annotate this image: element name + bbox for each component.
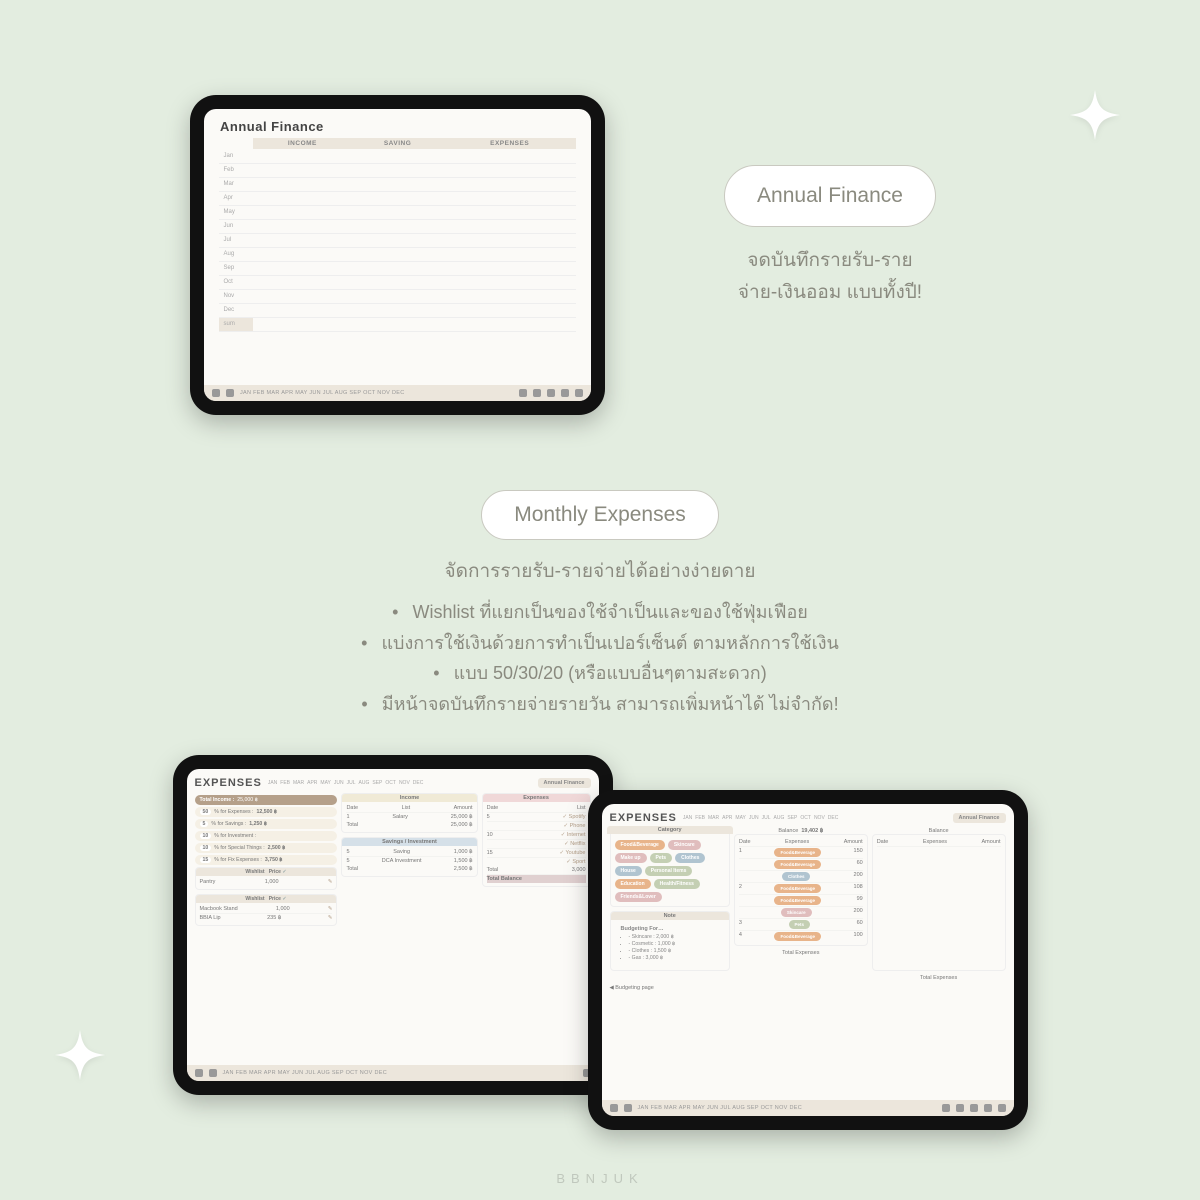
calendar-icon[interactable] bbox=[209, 1069, 217, 1077]
calendar-icon[interactable] bbox=[624, 1104, 632, 1112]
category-tags: Food&BeverageSkincareMake upPetsClothesH… bbox=[611, 836, 729, 906]
annual-finance-button[interactable]: Annual Finance bbox=[538, 778, 591, 788]
monthly-desc: จัดการรายรับ-รายจ่ายได้อย่างง่ายดาย bbox=[210, 555, 990, 589]
check-icon[interactable] bbox=[984, 1104, 992, 1112]
tablet-expenses-1: EXPENSES JANFEBMARAPRMAYJUNJULAUGSEPOCTN… bbox=[173, 755, 613, 1095]
note-icon[interactable] bbox=[970, 1104, 978, 1112]
gear-icon[interactable] bbox=[998, 1104, 1006, 1112]
expenses-title: EXPENSES bbox=[195, 777, 262, 789]
income-block: Income DateListAmount 1Salary25,000 ฿ To… bbox=[341, 793, 477, 833]
annual-table: INCOMESAVINGEXPENSES JanFebMarAprMayJunJ… bbox=[219, 138, 575, 332]
want-list: Wishlist Price ✓ Macbook Stand1,000✎BBIA… bbox=[195, 894, 338, 926]
home-icon[interactable] bbox=[610, 1104, 618, 1112]
sparkle-icon bbox=[1070, 90, 1120, 140]
heart-icon[interactable] bbox=[942, 1104, 950, 1112]
home-icon[interactable] bbox=[195, 1069, 203, 1077]
clipboard-icon[interactable] bbox=[956, 1104, 964, 1112]
gear-icon[interactable] bbox=[575, 389, 583, 397]
annual-finance-button-2[interactable]: Annual Finance bbox=[953, 813, 1006, 823]
expenses-title-2: EXPENSES bbox=[610, 812, 677, 824]
pill-annual: Annual Finance bbox=[724, 165, 936, 227]
savings-block: Savings / Investment 5Saving1,000 ฿5DCA … bbox=[341, 837, 477, 877]
home-icon[interactable] bbox=[212, 389, 220, 397]
tablet-expenses-2: EXPENSES JANFEBMARAPRMAYJUNJULAUGSEPOCTN… bbox=[588, 790, 1028, 1130]
monthly-bullets: Wishlist ที่แยกเป็นของใช้จำเป็นและของใช้… bbox=[0, 597, 1200, 719]
check-icon[interactable] bbox=[561, 389, 569, 397]
annual-title: Annual Finance bbox=[204, 109, 591, 138]
clipboard-icon[interactable] bbox=[533, 389, 541, 397]
note-icon[interactable] bbox=[547, 389, 555, 397]
brand-watermark: BBNJUK bbox=[0, 1171, 1200, 1186]
nav-bar: JAN FEB MAR APR MAY JUN JUL AUG SEP OCT … bbox=[204, 385, 591, 401]
tablet-annual: Annual Finance INCOMESAVINGEXPENSES JanF… bbox=[190, 95, 605, 415]
calendar-icon[interactable] bbox=[226, 389, 234, 397]
expenses-block: Expenses DateList 5✓ Spotify✓ Phone10✓ I… bbox=[482, 793, 591, 887]
pill-monthly: Monthly Expenses bbox=[481, 490, 719, 540]
need-list: Wishlist Price ✓ Pantry1,000✎ bbox=[195, 867, 338, 890]
heart-icon[interactable] bbox=[519, 389, 527, 397]
annual-description: Annual Finance จดบันทึกรายรับ-ราย จ่าย-เ… bbox=[665, 165, 995, 309]
